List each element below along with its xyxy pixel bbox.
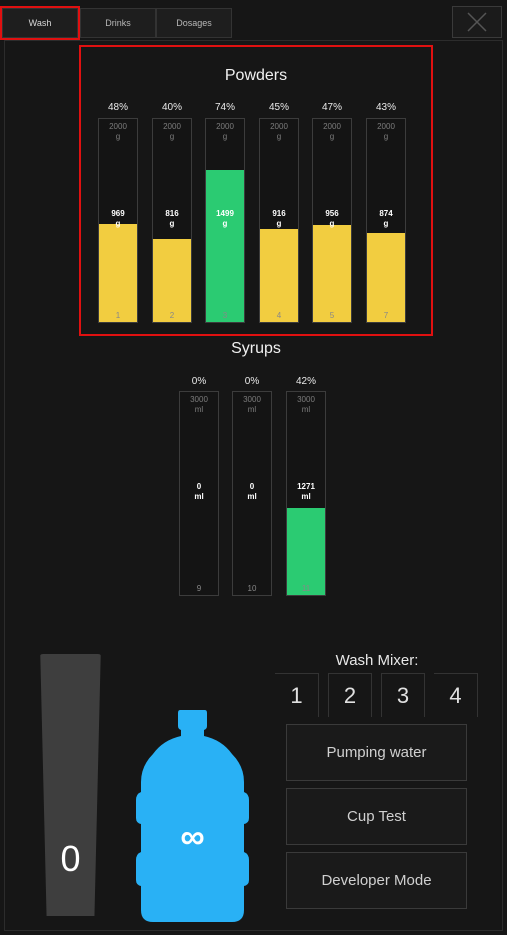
fill-level [367,232,405,322]
container-bar-2[interactable]: 2000 g 816 g 2 [152,118,192,323]
wash-mixer-button-4[interactable]: 4 [434,673,478,717]
fill-percent: 74% [214,102,235,113]
amount-label: 816 g [165,209,179,228]
container-number: 1 [115,311,121,320]
fill-percent: 0% [191,376,207,387]
container-number: 7 [383,311,389,320]
capacity-label: 2000 g [109,122,127,141]
container-bar-4[interactable]: 2000 g 916 g 4 [259,118,299,323]
wash-mixer-button-2[interactable]: 2 [328,673,372,717]
developer-mode-button[interactable]: Developer Mode [286,852,467,909]
amount-label: 916 g [272,209,286,228]
container-number: 11 [301,584,311,593]
wash-mixer-button-3[interactable]: 3 [381,673,425,717]
fill-level [287,507,325,595]
container-bar-10[interactable]: 3000 ml 0 ml 10 [232,391,272,596]
capacity-label: 2000 g [377,122,395,141]
cup-count: 0 [60,838,81,879]
fill-percent: 40% [161,102,182,113]
tab-dosages[interactable]: Dosages [156,8,232,38]
tab-drinks[interactable]: Drinks [80,8,156,38]
amount-label: 1499 g [216,209,234,228]
tab-wash[interactable]: Wash [0,6,80,40]
fill-percent: 43% [375,102,396,113]
container-bar-11[interactable]: 3000 ml 1271 ml 11 [286,391,326,596]
syrups-title: Syrups [231,340,281,357]
container-bar-7[interactable]: 2000 g 874 g 7 [366,118,406,323]
amount-label: 969 g [111,209,125,228]
container-number: 10 [247,584,257,593]
capacity-label: 2000 g [163,122,181,141]
container-number: 5 [329,311,335,320]
cup-test-button[interactable]: Cup Test [286,788,467,845]
capacity-label: 2000 g [323,122,341,141]
container-bar-1[interactable]: 2000 g 969 g 1 [98,118,138,323]
fill-percent: 45% [268,102,289,113]
fill-level [99,223,137,322]
amount-label: 0 ml [194,482,204,501]
tab-bar: Wash Drinks Dosages [0,0,507,40]
amount-label: 0 ml [247,482,257,501]
container-number: 9 [196,584,202,593]
amount-label: 956 g [325,209,339,228]
close-button[interactable] [452,6,502,38]
wash-mixer-title: Wash Mixer: [335,652,419,669]
close-icon [467,12,487,32]
powders-title: Powders [224,67,288,84]
capacity-label: 2000 g [216,122,234,141]
capacity-label: 3000 ml [190,395,208,414]
wash-mixer-button-1[interactable]: 1 [275,673,319,717]
fill-level [260,228,298,322]
container-bar-5[interactable]: 2000 g 956 g 5 [312,118,352,323]
fill-level [206,169,244,322]
water-bottle-icon [136,710,249,922]
amount-label: 874 g [379,209,393,228]
container-bar-3[interactable]: 2000 g 1499 g 3 [205,118,245,323]
water-level-label: ∞ [180,818,205,856]
container-bar-9[interactable]: 3000 ml 0 ml 9 [179,391,219,596]
fill-percent: 0% [244,376,260,387]
fill-level [153,238,191,322]
container-number: 2 [169,311,175,320]
fill-percent: 48% [107,102,128,113]
pumping-water-button[interactable]: Pumping water [286,724,467,781]
fill-percent: 47% [321,102,342,113]
amount-label: 1271 ml [297,482,315,501]
container-number: 3 [222,311,228,320]
fill-percent: 42% [295,376,316,387]
fill-level [313,224,351,322]
capacity-label: 3000 ml [297,395,315,414]
capacity-label: 2000 g [270,122,288,141]
capacity-label: 3000 ml [243,395,261,414]
container-number: 4 [276,311,282,320]
